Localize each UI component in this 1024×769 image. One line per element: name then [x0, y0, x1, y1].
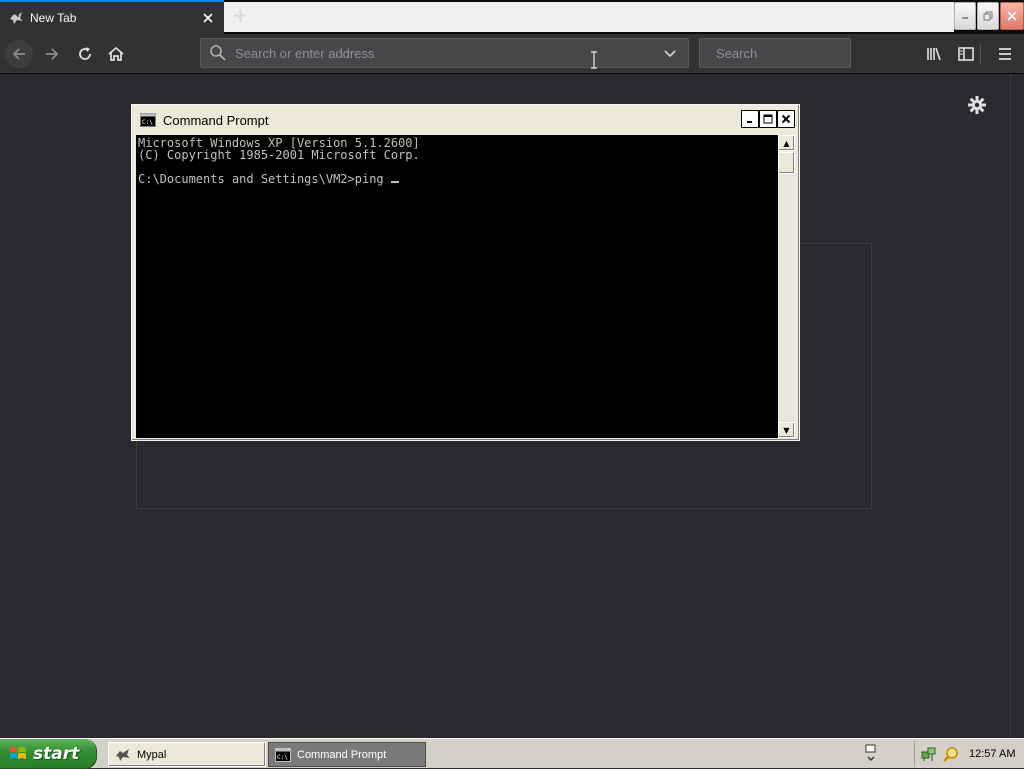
search-icon [210, 45, 226, 61]
page-scrollbar[interactable] [1010, 74, 1024, 738]
library-icon [927, 47, 941, 61]
address-bar[interactable] [200, 38, 689, 68]
scroll-down-arrow-icon[interactable]: ▼ [778, 422, 795, 438]
search-input[interactable] [714, 44, 894, 62]
home-icon [108, 46, 124, 61]
toolbar-separator [980, 44, 981, 64]
library-button[interactable] [920, 40, 948, 68]
cmd-maximize-button[interactable] [759, 110, 777, 128]
reload-icon [79, 47, 91, 60]
search-bar[interactable] [699, 38, 894, 68]
close-icon [1007, 11, 1017, 21]
tab-title: New Tab [30, 11, 77, 25]
cmd-icon: C:\ [140, 113, 156, 127]
window-close-button[interactable] [1000, 2, 1024, 30]
reload-button[interactable] [71, 40, 99, 68]
maximize-icon [763, 114, 773, 124]
start-label: start [33, 744, 80, 764]
window-restore-button[interactable] [977, 2, 999, 30]
tray-expand-icon[interactable] [864, 743, 878, 763]
chevron-down-icon[interactable] [660, 43, 680, 63]
search-tray-icon[interactable] [943, 746, 959, 762]
tab-close-icon[interactable] [198, 8, 218, 28]
navigation-toolbar [0, 34, 1024, 74]
sidebar-icon [958, 47, 974, 61]
start-button[interactable]: start [0, 739, 97, 769]
mypal-icon [116, 748, 130, 761]
scrollbar-thumb[interactable] [778, 152, 795, 174]
minimize-icon [962, 17, 968, 19]
taskbar-button-mypal[interactable]: Mypal [108, 742, 266, 767]
hamburger-menu-icon [999, 48, 1011, 60]
taskbar: start Mypal C:\ Command Prompt 12:57 AM [0, 738, 1024, 769]
forward-arrow-icon [46, 48, 59, 60]
console-prompt-line: C:\Documents and Settings\VM2>ping [138, 172, 391, 186]
command-prompt-window[interactable]: C:\ Command Prompt Microsoft Windows XP … [131, 104, 800, 441]
forward-button[interactable] [38, 40, 66, 68]
tab-bar: New Tab + [0, 0, 1024, 34]
cmd-close-button[interactable] [777, 110, 795, 128]
taskbar-button-label: Command Prompt [297, 748, 387, 761]
taskbar-button-label: Mypal [137, 748, 167, 761]
cmd-window-title: Command Prompt [163, 112, 269, 128]
sidebar-button[interactable] [952, 40, 980, 68]
system-tray: 12:57 AM [914, 741, 1024, 767]
open-menu-button[interactable] [991, 40, 1019, 68]
gear-icon[interactable] [965, 93, 989, 117]
cmd-minimize-button[interactable] [741, 110, 759, 128]
console-line: (C) Copyright 1985-2001 Microsoft Corp. [138, 148, 420, 162]
back-button[interactable] [5, 40, 33, 68]
minimize-icon [747, 121, 752, 123]
cmd-scrollbar[interactable]: ▲ ▼ [778, 135, 795, 438]
restore-icon [983, 11, 993, 21]
window-minimize-button[interactable] [954, 2, 976, 30]
home-button[interactable] [102, 40, 130, 68]
windows-flag-icon [10, 747, 26, 759]
tab-strip-empty-area [224, 2, 954, 32]
scroll-up-arrow-icon[interactable]: ▲ [778, 135, 795, 151]
cmd-console-output[interactable]: Microsoft Windows XP [Version 5.1.2600] … [136, 135, 778, 438]
cmd-titlebar[interactable]: C:\ Command Prompt [134, 107, 797, 133]
mypal-favicon-icon [10, 12, 23, 24]
text-cursor-icon [591, 51, 597, 69]
tab-new-tab[interactable]: New Tab [0, 0, 224, 34]
back-arrow-icon [12, 48, 25, 60]
svg-text:C:\: C:\ [277, 754, 288, 761]
cmd-icon: C:\ [275, 747, 291, 762]
taskbar-button-command-prompt[interactable]: C:\ Command Prompt [268, 742, 426, 767]
close-icon [781, 114, 791, 124]
new-tab-plus-icon[interactable]: + [232, 5, 250, 25]
svg-text:C:\: C:\ [142, 119, 153, 126]
network-icon[interactable] [921, 746, 937, 762]
taskbar-clock[interactable]: 12:57 AM [969, 748, 1015, 760]
console-cursor [390, 181, 399, 183]
